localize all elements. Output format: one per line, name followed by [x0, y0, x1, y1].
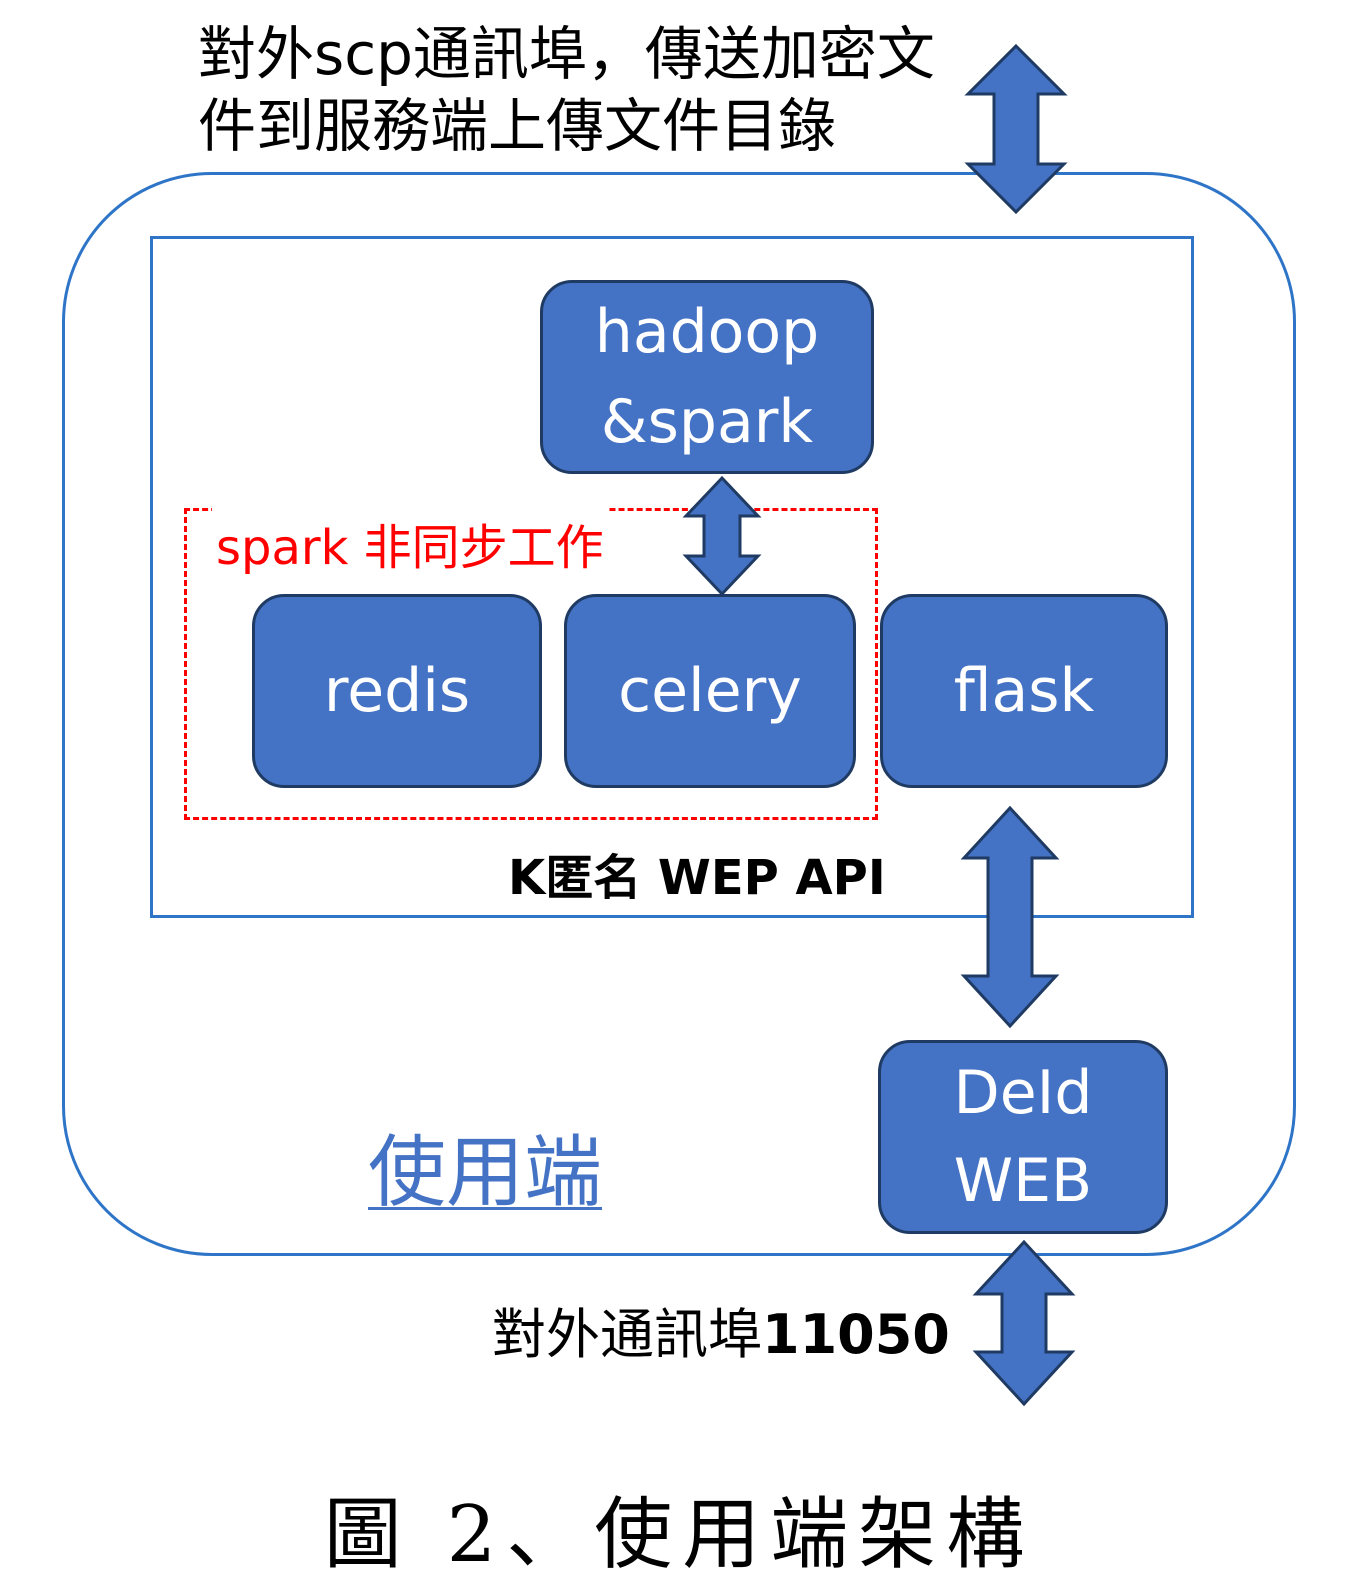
external-port-annotation: 對外通訊埠11050 — [492, 1290, 950, 1369]
external-port-prefix: 對外通訊埠 — [492, 1303, 762, 1366]
redis-node: redis — [252, 594, 542, 788]
celery-node: celery — [564, 594, 856, 788]
hadoop-spark-line-1: hadoop — [594, 297, 820, 367]
scp-double-arrow-icon — [964, 43, 1068, 215]
external-port-number: 11050 — [762, 1303, 950, 1366]
redis-label: redis — [323, 656, 471, 726]
flask-deid-double-arrow-icon — [960, 805, 1060, 1029]
deid-web-node: DeId WEB — [878, 1040, 1168, 1234]
scp-port-line-1: 對外scp通訊埠，傳送加密文 — [198, 20, 935, 88]
celery-label: celery — [618, 656, 802, 726]
client-label: 使用端 — [368, 1128, 603, 1218]
scp-port-line-2: 件到服務端上傳文件目錄 — [198, 92, 837, 160]
deid-web-line-1: DeId — [953, 1058, 1093, 1128]
hadoop-spark-node: hadoop &spark — [540, 280, 874, 474]
flask-label: flask — [953, 656, 1095, 726]
figure-caption: 圖 2、使用端架構 — [323, 1490, 1035, 1580]
hadoop-spark-line-2: &spark — [600, 387, 814, 457]
hadoop-celery-double-arrow-icon — [682, 475, 762, 597]
deid-web-line-2: WEB — [953, 1146, 1093, 1216]
flask-node: flask — [880, 594, 1168, 788]
async-group-label: spark 非同步工作 — [212, 508, 608, 578]
api-label: K匿名 WEP API — [508, 850, 886, 906]
external-port-double-arrow-icon — [972, 1239, 1076, 1407]
scp-port-annotation: 對外scp通訊埠，傳送加密文 件到服務端上傳文件目錄 — [198, 18, 958, 162]
